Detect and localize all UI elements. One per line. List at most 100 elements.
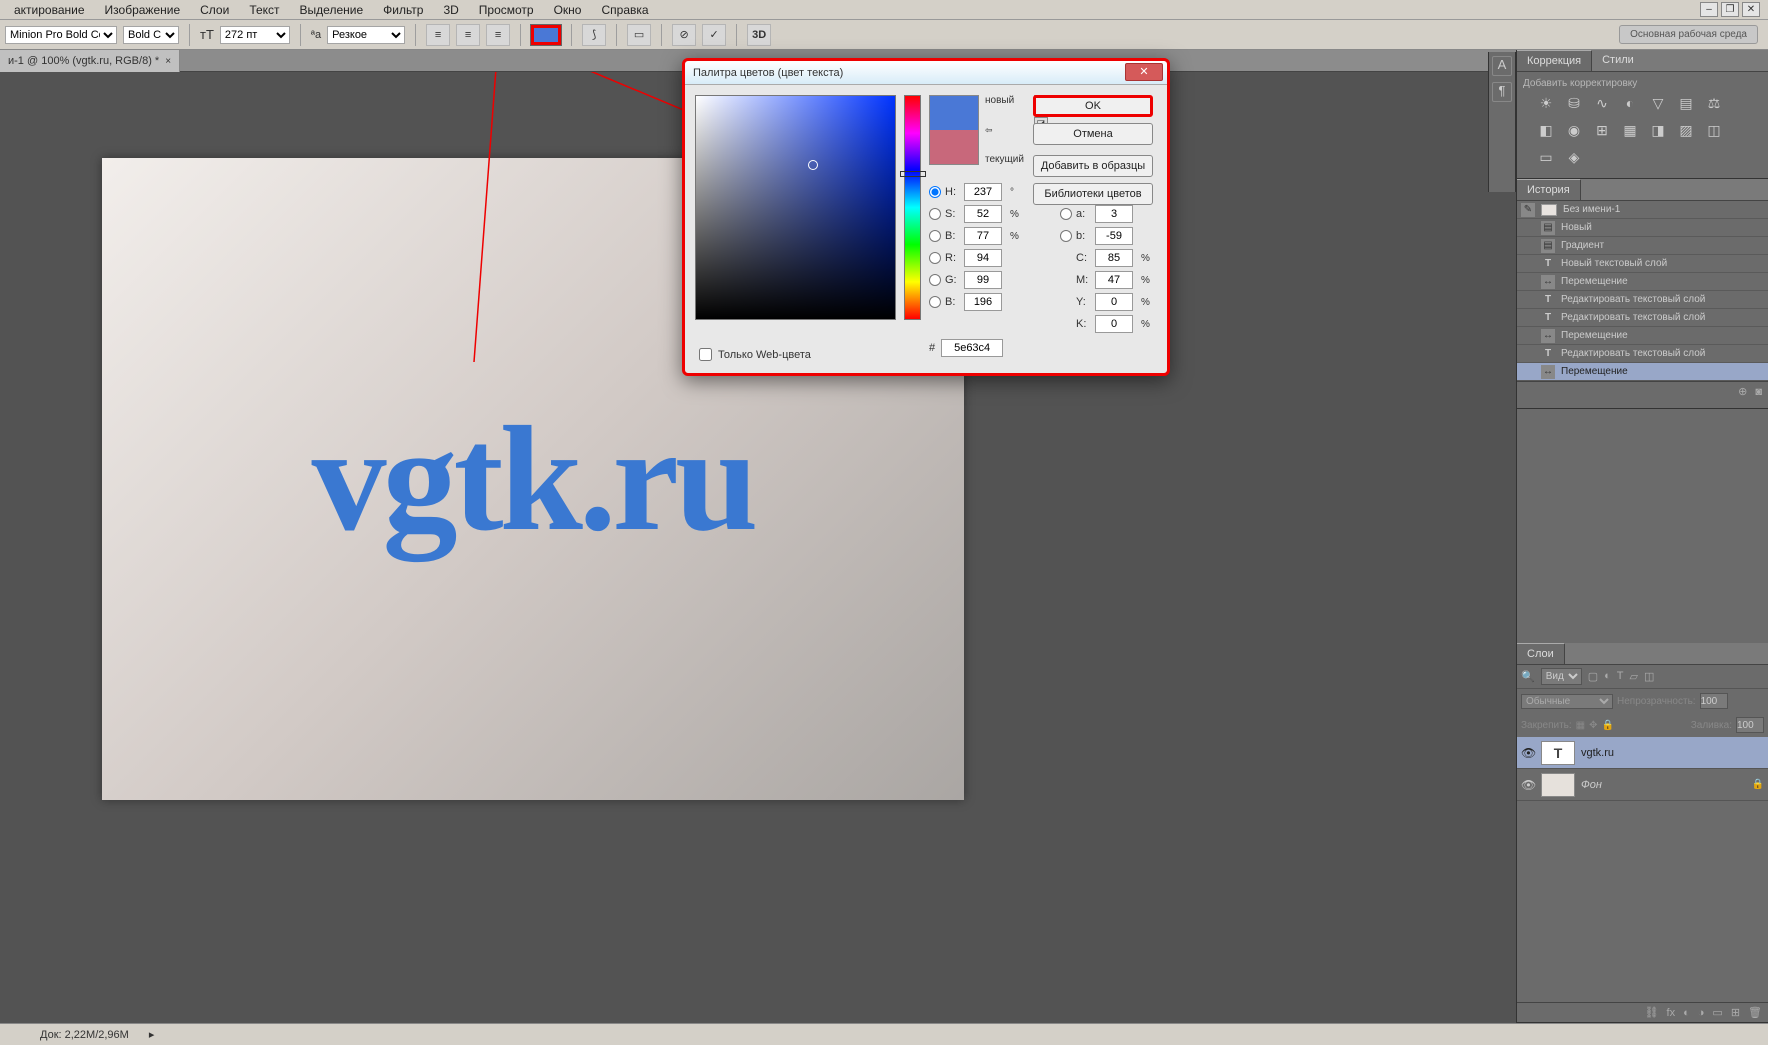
character-icon[interactable]: A — [1492, 56, 1512, 76]
align-left-icon[interactable]: ≡ — [426, 24, 450, 46]
input-m[interactable] — [1095, 271, 1133, 289]
paragraph-icon[interactable]: ¶ — [1492, 82, 1512, 102]
radio-b2[interactable] — [1060, 230, 1072, 242]
filter-shape-icon[interactable]: ▱ — [1630, 670, 1638, 683]
menu-layers[interactable]: Слои — [190, 1, 239, 19]
vibrance-icon[interactable]: ▽ — [1649, 95, 1667, 112]
font-size-select[interactable]: 272 пт — [220, 26, 290, 44]
canvas-text[interactable]: vgtk.ru — [312, 393, 755, 565]
filter-smart-icon[interactable]: ◫ — [1644, 670, 1654, 683]
input-r[interactable] — [964, 249, 1002, 267]
character-panel-icon[interactable]: ▭ — [627, 24, 651, 46]
delete-layer-icon[interactable]: 🗑 — [1748, 1006, 1762, 1019]
window-minimize-icon[interactable]: – — [1700, 2, 1718, 17]
align-right-icon[interactable]: ≡ — [486, 24, 510, 46]
radio-a[interactable] — [1060, 208, 1072, 220]
menu-3d[interactable]: 3D — [433, 1, 468, 19]
filter-adjust-icon[interactable]: ◐ — [1604, 670, 1611, 683]
curves-icon[interactable]: ∿ — [1593, 95, 1611, 112]
history-item[interactable]: TРедактировать текстовый слой — [1517, 309, 1768, 327]
input-h[interactable] — [964, 183, 1002, 201]
input-b[interactable] — [964, 227, 1002, 245]
input-g[interactable] — [964, 271, 1002, 289]
channel-mixer-icon[interactable]: ⊞ — [1593, 122, 1611, 139]
color-field[interactable] — [695, 95, 896, 320]
antialias-select[interactable]: Резкое — [327, 26, 405, 44]
menu-window[interactable]: Окно — [544, 1, 592, 19]
history-item[interactable]: TРедактировать текстовый слой — [1517, 291, 1768, 309]
dialog-close-button[interactable]: ✕ — [1125, 63, 1163, 81]
layer-row[interactable]: 👁 T vgtk.ru — [1517, 737, 1768, 769]
web-only-checkbox[interactable]: Только Web-цвета — [699, 348, 811, 361]
blend-mode-select[interactable]: Обычные — [1521, 694, 1613, 709]
brightness-icon[interactable]: ☀ — [1537, 95, 1555, 112]
menu-filter[interactable]: Фильтр — [373, 1, 433, 19]
commit-icon[interactable]: ✓ — [702, 24, 726, 46]
window-restore-icon[interactable]: ❐ — [1721, 2, 1739, 17]
gradient-map-icon[interactable]: ▭ — [1537, 149, 1555, 166]
web-only-input[interactable] — [699, 348, 712, 361]
hue-marker-icon[interactable] — [900, 171, 926, 177]
new-fill-icon[interactable]: ◑ — [1698, 1007, 1705, 1019]
lock-position-icon[interactable]: ✥ — [1589, 720, 1597, 731]
history-item[interactable]: ▤Градиент — [1517, 237, 1768, 255]
invert-icon[interactable]: ◨ — [1649, 122, 1667, 139]
color-marker-icon[interactable] — [808, 160, 818, 170]
layer-row[interactable]: 👁 Фон 🔒 — [1517, 769, 1768, 801]
layer-filter-kind[interactable]: Вид — [1541, 668, 1582, 685]
history-item[interactable]: ↔Перемещение — [1517, 363, 1768, 381]
filter-pixel-icon[interactable]: ▢ — [1588, 670, 1598, 683]
bw-icon[interactable]: ◧ — [1537, 122, 1555, 139]
layer-name[interactable]: Фон — [1581, 779, 1602, 791]
menu-image[interactable]: Изображение — [95, 1, 191, 19]
ok-button[interactable]: OK — [1033, 95, 1153, 117]
warp-text-icon[interactable]: ⟆ — [582, 24, 606, 46]
hue-sat-icon[interactable]: ▤ — [1677, 95, 1695, 112]
selective-color-icon[interactable]: ◈ — [1565, 149, 1583, 166]
cancel-button[interactable]: Отмена — [1033, 123, 1153, 145]
new-layer-icon[interactable]: ⊞ — [1731, 1006, 1740, 1019]
close-icon[interactable]: × — [165, 56, 171, 67]
input-bl[interactable] — [964, 293, 1002, 311]
history-doc-row[interactable]: ✎ Без имени-1 — [1517, 201, 1768, 219]
camera-icon[interactable]: ◙ — [1755, 386, 1762, 398]
layer-mask-icon[interactable]: ◐ — [1683, 1007, 1690, 1019]
history-item[interactable]: ↔Перемещение — [1517, 327, 1768, 345]
add-swatch-button[interactable]: Добавить в образцы — [1033, 155, 1153, 177]
lock-all-icon[interactable]: 🔒 — [1602, 720, 1614, 731]
hue-slider[interactable] — [904, 95, 921, 320]
align-center-icon[interactable]: ≡ — [456, 24, 480, 46]
threshold-icon[interactable]: ◫ — [1705, 122, 1723, 139]
history-item[interactable]: TРедактировать текстовый слой — [1517, 345, 1768, 363]
history-item[interactable]: ↔Перемещение — [1517, 273, 1768, 291]
layer-name[interactable]: vgtk.ru — [1581, 747, 1614, 759]
font-family-select[interactable]: Minion Pro Bold Cond — [5, 26, 117, 44]
dialog-titlebar[interactable]: Палитра цветов (цвет текста) ✕ — [685, 61, 1167, 85]
color-balance-icon[interactable]: ⚖ — [1705, 95, 1723, 112]
text-color-swatch[interactable] — [531, 25, 561, 45]
window-close-icon[interactable]: ✕ — [1742, 2, 1760, 17]
exposure-icon[interactable]: ◐ — [1621, 95, 1639, 112]
menu-help[interactable]: Справка — [591, 1, 658, 19]
input-b2[interactable] — [1095, 227, 1133, 245]
tab-layers[interactable]: Слои — [1517, 643, 1565, 664]
visibility-icon[interactable]: 👁 — [1521, 778, 1535, 792]
input-y[interactable] — [1095, 293, 1133, 311]
tab-styles[interactable]: Стили — [1592, 50, 1644, 71]
radio-b[interactable] — [929, 230, 941, 242]
input-c[interactable] — [1095, 249, 1133, 267]
radio-h[interactable] — [929, 186, 941, 198]
menu-view[interactable]: Просмотр — [469, 1, 544, 19]
input-s[interactable] — [964, 205, 1002, 223]
lock-pixels-icon[interactable]: ▦ — [1576, 720, 1585, 731]
radio-s[interactable] — [929, 208, 941, 220]
tab-history[interactable]: История — [1517, 179, 1581, 200]
filter-type-icon[interactable]: T — [1617, 670, 1624, 683]
radio-r[interactable] — [929, 252, 941, 264]
lookup-icon[interactable]: ▦ — [1621, 122, 1639, 139]
levels-icon[interactable]: ⛁ — [1565, 95, 1583, 112]
tab-correction[interactable]: Коррекция — [1517, 50, 1592, 71]
menu-edit[interactable]: актирование — [4, 1, 95, 19]
opacity-input[interactable] — [1700, 693, 1728, 709]
input-k[interactable] — [1095, 315, 1133, 333]
